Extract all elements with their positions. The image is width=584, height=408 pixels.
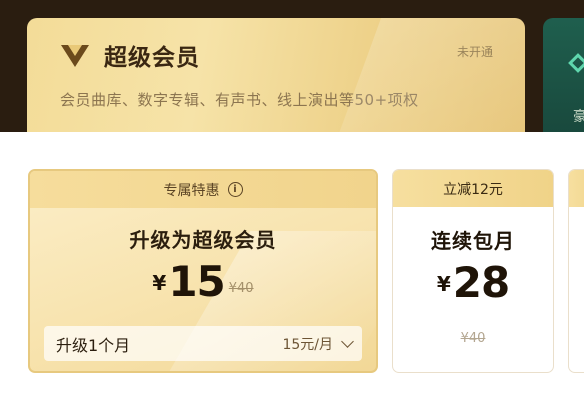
plan-third-card[interactable] (568, 169, 584, 373)
price-row: ¥28 (393, 258, 553, 307)
plan-name: 升级为超级会员 (129, 228, 277, 252)
plan-monthly-card[interactable]: 立减12元 连续包月 ¥28 ¥40 (392, 169, 554, 373)
plan-badge (569, 170, 584, 207)
price-row: ¥15 ¥40 (30, 257, 376, 306)
info-icon[interactable]: i (227, 182, 243, 197)
plan-name: 连续包月 (431, 229, 515, 253)
period-price-group: 15元/月 (282, 334, 354, 354)
member-title: 超级会员 (104, 45, 200, 71)
period-selector[interactable]: 升级1个月 15元/月 (44, 326, 362, 361)
price-value: 15 (168, 257, 225, 306)
plan-upgrade-card[interactable]: 专属特惠 i 升级为超级会员 ¥15 ¥40 升级1个月 15元/月 (28, 169, 378, 373)
next-member-card[interactable]: 豪 (543, 18, 584, 132)
v-diamond-icon (61, 45, 89, 67)
super-member-card[interactable]: 超级会员 未开通 会员曲库、数字专辑、有声书、线上演出等50+项权 (27, 18, 525, 132)
next-member-label: 豪 (573, 109, 584, 125)
currency-symbol: ¥ (152, 271, 167, 295)
period-price: 15元/月 (282, 336, 333, 353)
member-description: 会员曲库、数字专辑、有声书、线上演出等50+项权 (60, 91, 419, 109)
status-badge: 未开通 (456, 45, 493, 59)
plan-badge-label: 立减12元 (443, 181, 503, 198)
original-price: ¥40 (228, 281, 254, 296)
original-price: ¥40 (460, 331, 486, 346)
plan-badge: 立减12元 (393, 170, 553, 207)
period-label: 升级1个月 (56, 335, 131, 355)
price-value: 28 (452, 258, 510, 307)
diamond-icon (568, 53, 584, 73)
plan-badge: 专属特惠 i (30, 171, 376, 208)
chevron-down-icon (341, 334, 354, 348)
plan-badge-label: 专属特惠 (163, 182, 220, 199)
currency-symbol: ¥ (436, 272, 451, 296)
